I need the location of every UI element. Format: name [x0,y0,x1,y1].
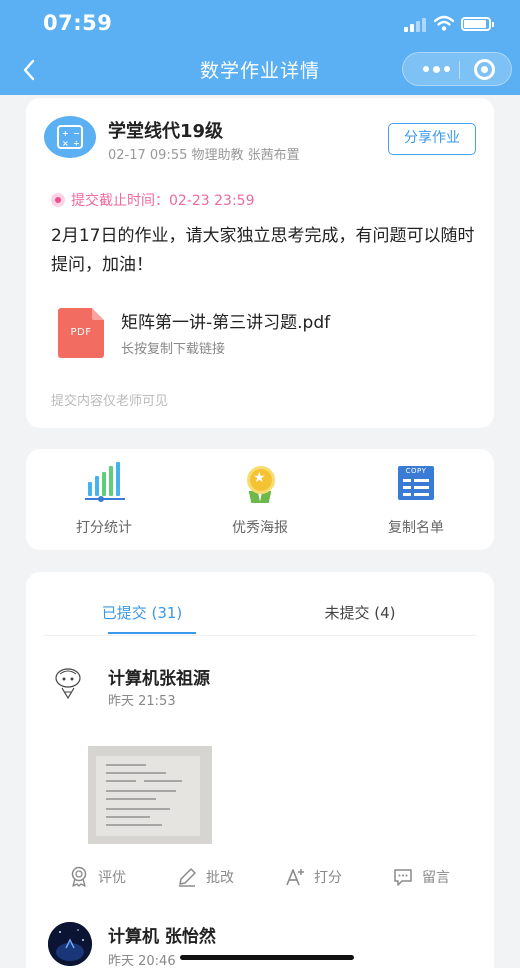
submission-time-2: 昨天 20:46 [108,954,176,968]
grade-label: 打分 [314,870,342,886]
bar-chart-icon [82,462,126,504]
submission-time: 昨天 21:53 [108,694,176,709]
student-name-2: 计算机 张怡然 [108,927,216,947]
submission-photo[interactable] [88,746,212,844]
top-header: 07:59 数学作业详情 [0,0,520,95]
review-label: 批改 [206,870,234,886]
copy-list-button[interactable]: COPY 复制名单 [356,464,476,537]
pdf-file-icon[interactable]: PDF [58,308,104,358]
excellent-poster-button[interactable]: ★ 优秀海报 [200,464,320,537]
calculator-icon: + − × ÷ [57,125,83,149]
home-indicator [180,955,354,960]
score-statistics-label: 打分统计 [76,520,132,536]
score-statistics-button[interactable]: 打分统计 [44,462,164,537]
deadline-dot-icon [51,193,65,207]
deadline: 提交截止时间：02-23 23:59 [51,190,254,210]
class-avatar: + − × ÷ [44,116,96,158]
excellent-poster-label: 优秀海报 [232,520,288,536]
copy-icon-text: COPY [405,467,427,475]
attachment-file-name[interactable]: 矩阵第一讲-第三讲习题.pdf [121,308,330,333]
wifi-icon [434,15,454,31]
capsule-divider [459,61,460,79]
rate-excellent-label: 评优 [98,870,126,886]
mini-program-capsule [402,52,512,86]
assignment-meta: 02-17 09:55 物理助教 张茜布置 [108,148,300,163]
share-homework-button[interactable]: 分享作业 [388,123,476,155]
night-sky-avatar-icon [48,922,92,966]
attachment-hint: 长按复制下载链接 [121,342,226,357]
homework-description: 2月17日的作业，请大家独立思考完成，有问题可以随时提问，加油！ [51,226,475,275]
comment-button[interactable]: 留言 [392,866,450,888]
visibility-note: 提交内容仅老师可见 [51,394,169,409]
active-tab-indicator [108,632,196,634]
more-options-icon[interactable] [417,53,455,85]
comment-icon [394,869,412,886]
tab-submitted[interactable]: 已提交 (31) [86,602,198,623]
sketch-avatar-icon [48,664,88,704]
copy-list-label: 复制名单 [388,520,444,536]
status-bar: 07:59 [0,0,520,48]
status-time: 07:59 [43,11,113,35]
actions-card: 打分统计 ★ 优秀海报 COPY 复制名单 [26,449,494,550]
student-name: 计算机张祖源 [108,669,210,689]
award-icon [71,866,87,887]
review-button[interactable]: 批改 [176,866,234,888]
rate-excellent-button[interactable]: 评优 [68,866,126,888]
student-avatar[interactable] [48,664,88,704]
signal-icon [404,18,426,32]
submissions-card: 已提交 (31) 未提交 (4) 计算机张祖源 昨天 21:53 评优 批改 打… [26,572,494,968]
class-name: 学堂线代19级 [108,121,224,142]
close-target-icon[interactable] [474,59,495,80]
tab-not-submitted[interactable]: 未提交 (4) [305,602,415,623]
tab-divider [44,635,476,636]
copy-list-icon: COPY [394,464,438,504]
comment-label: 留言 [422,870,450,886]
deadline-text: 提交截止时间：02-23 23:59 [71,193,255,209]
grade-a-plus-icon [286,869,304,886]
battery-icon [461,17,494,31]
grade-button[interactable]: 打分 [284,866,342,888]
homework-card: + − × ÷ 学堂线代19级 02-17 09:55 物理助教 张茜布置 分享… [26,98,494,428]
pencil-icon [179,868,196,887]
medal-icon: ★ [238,464,282,504]
student-avatar-2[interactable] [48,922,92,966]
